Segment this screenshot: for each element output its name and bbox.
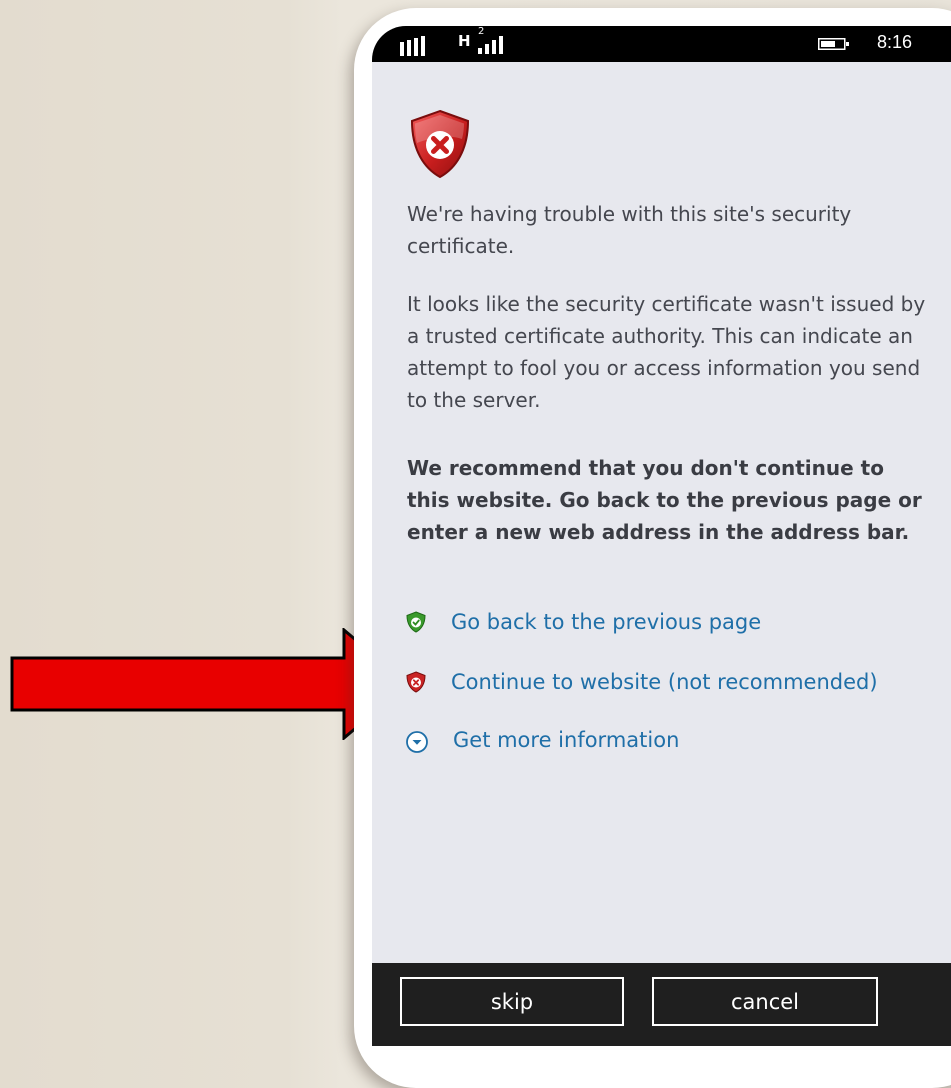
network-type-label: H (458, 32, 471, 50)
skip-button[interactable]: skip (400, 977, 624, 1026)
green-shield-check-icon (406, 611, 426, 633)
recommendation-text: We recommend that you don't continue to … (407, 456, 922, 544)
cancel-button[interactable]: cancel (652, 977, 878, 1026)
chevron-down-circle-icon (406, 731, 428, 753)
shield-error-icon (410, 109, 470, 179)
continue-to-website-label[interactable]: Continue to website (not recommended) (451, 667, 878, 697)
clock-time: 8:16 (877, 32, 913, 52)
phone-screen: H 2 8:16 We're having trouble with this … (372, 26, 951, 1046)
error-detail: It looks like the security certificate w… (407, 292, 926, 412)
get-more-information-label[interactable]: Get more information (453, 725, 679, 755)
battery-icon (818, 38, 849, 50)
status-bar: H 2 8:16 (372, 26, 951, 62)
go-back-link-label[interactable]: Go back to the previous page (451, 607, 761, 637)
error-title: We're having trouble with this site's se… (407, 202, 852, 258)
scene: H 2 8:16 We're having trouble with this … (0, 0, 951, 1088)
app-bar: skip cancel (372, 963, 951, 1046)
red-shield-x-icon (406, 671, 426, 693)
signal-strength-icon (400, 36, 425, 56)
sim2-signal-icon (478, 36, 503, 54)
red-arrow-annotation-icon (10, 628, 410, 740)
